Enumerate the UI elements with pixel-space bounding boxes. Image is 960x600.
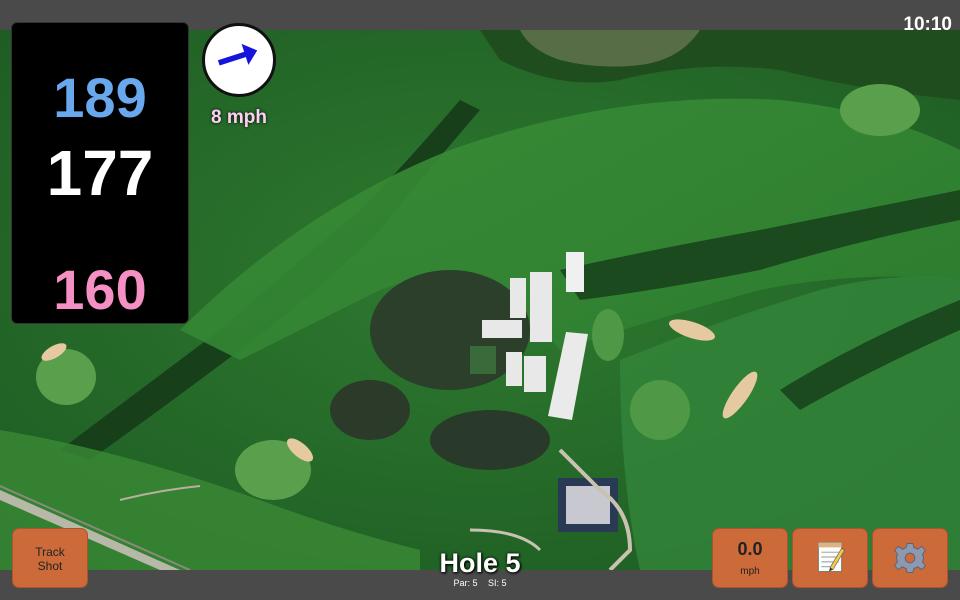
track-shot-button[interactable]: Track Shot [12,528,88,588]
back-yardage: 189 [53,66,147,129]
notepad-icon [817,542,845,573]
hole-info: Par: 5 SI: 5 [400,578,560,588]
building [524,356,546,392]
speed-value: 0.0 [737,539,763,559]
building [482,320,522,338]
hole-stroke-index: SI: 5 [488,578,507,588]
wind-speed: 8 mph [211,107,267,128]
speed-button[interactable]: 0.0 mph [712,528,788,588]
building [530,272,552,342]
arrow-right-up-icon [217,43,258,66]
hole-title: Hole 5 [439,548,521,578]
green [630,380,690,440]
settings-button[interactable] [872,528,948,588]
gear-icon [893,543,927,573]
building [470,346,496,374]
track-shot-label-line1: Track [35,545,65,559]
green [840,84,920,136]
middle-yardage: 177 [46,137,154,209]
yardage-panel: 189 177 160 [11,22,189,324]
wind-dial [202,23,276,97]
building [510,278,526,318]
tree-cluster [430,410,550,470]
green [592,309,624,361]
building [506,352,522,386]
tree-cluster [330,380,410,440]
notes-button[interactable] [792,528,868,588]
speed-unit: mph [740,566,760,577]
track-shot-label-line2: Shot [37,559,63,573]
hole-par: Par: 5 [453,578,478,588]
front-yardage: 160 [53,258,147,321]
building [566,252,584,292]
golf-gps-screen: 10:10 189 177 160 8 mph Track Shot Hole … [0,0,960,600]
